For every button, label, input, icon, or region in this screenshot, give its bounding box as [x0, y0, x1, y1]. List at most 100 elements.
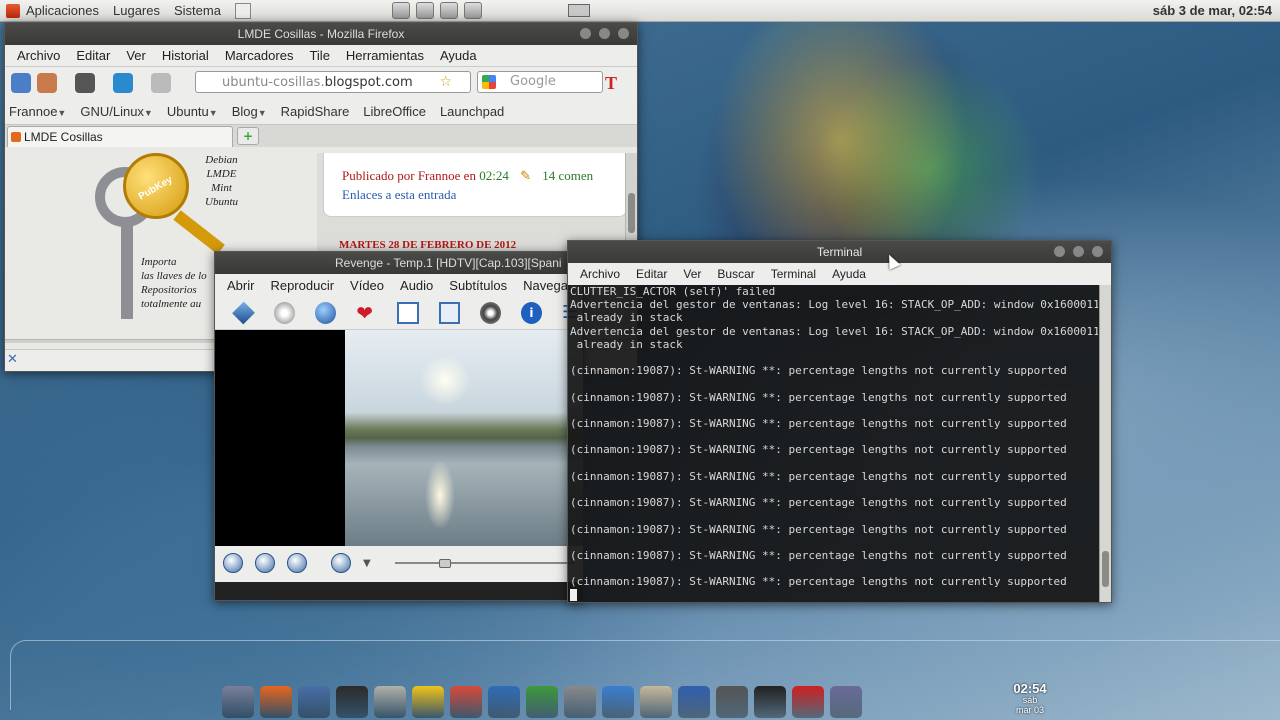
- menu-archivo[interactable]: Archivo: [574, 267, 626, 281]
- menu-archivo[interactable]: Archivo: [11, 48, 66, 63]
- settings-icon[interactable]: [830, 686, 862, 718]
- bookmark-frannoe[interactable]: Frannoe▼: [9, 104, 66, 119]
- menu-aplicaciones[interactable]: Aplicaciones: [26, 3, 99, 18]
- paint-icon[interactable]: [564, 686, 596, 718]
- bookmark-rapidshare[interactable]: RapidShare: [281, 104, 350, 119]
- calc-icon[interactable]: [526, 686, 558, 718]
- bookmark-gnu-linux[interactable]: GNU/Linux▼: [80, 104, 153, 119]
- addon-bar-close-icon[interactable]: ✕: [7, 352, 18, 367]
- disc-icon[interactable]: [274, 301, 296, 324]
- tab-lmde-cosillas[interactable]: LMDE Cosillas: [7, 126, 233, 147]
- menu-historial[interactable]: Historial: [156, 48, 215, 63]
- tools-icon[interactable]: [450, 686, 482, 718]
- people-icon[interactable]: [716, 686, 748, 718]
- launcher-icon[interactable]: [234, 2, 251, 19]
- reload-button[interactable]: [113, 73, 133, 93]
- applet-1-icon[interactable]: [392, 2, 410, 19]
- pause-button[interactable]: [255, 553, 275, 573]
- network-icon[interactable]: [298, 686, 330, 718]
- menu-lugares[interactable]: Lugares: [113, 3, 160, 18]
- disk-icon[interactable]: [374, 686, 406, 718]
- video-area[interactable]: [215, 330, 583, 546]
- bookmark-libreoffice[interactable]: LibreOffice: [363, 104, 426, 119]
- post-comments-link[interactable]: 14 comen: [542, 168, 593, 183]
- menu-ayuda[interactable]: Ayuda: [434, 48, 483, 63]
- menu-subtitulos[interactable]: Subtítulos: [443, 278, 513, 293]
- star-icon[interactable]: [412, 686, 444, 718]
- firefox-icon[interactable]: [260, 686, 292, 718]
- video-player-titlebar[interactable]: Revenge - Temp.1 [HDTV][Cap.103][Spani: [215, 252, 583, 274]
- menu-abrir[interactable]: Abrir: [221, 278, 260, 293]
- menu-reproducir[interactable]: Reproducir: [264, 278, 340, 293]
- back-button[interactable]: [11, 73, 31, 93]
- fullscreen-icon[interactable]: [438, 301, 460, 324]
- distro-logo-icon[interactable]: [6, 3, 20, 18]
- menu-ver[interactable]: Ver: [120, 48, 152, 63]
- menu-editar[interactable]: Editar: [630, 267, 673, 281]
- terminal-icon[interactable]: [336, 686, 368, 718]
- terminal-titlebar[interactable]: Terminal: [568, 241, 1111, 263]
- v-icon[interactable]: [792, 686, 824, 718]
- home-icon[interactable]: [75, 73, 95, 93]
- menu-buscar[interactable]: Buscar: [711, 267, 760, 281]
- window-mode-icon[interactable]: [397, 301, 419, 324]
- distro-mint: Mint: [211, 182, 232, 194]
- play-button[interactable]: [223, 553, 243, 573]
- maximize-button[interactable]: [1073, 246, 1084, 257]
- stop-button[interactable]: [287, 553, 307, 573]
- new-tab-button[interactable]: +: [237, 127, 259, 145]
- previous-button[interactable]: [331, 553, 351, 573]
- monitor-icon[interactable]: [754, 686, 786, 718]
- translate-icon[interactable]: T: [605, 73, 617, 94]
- menu-tile[interactable]: Tile: [303, 48, 335, 63]
- favorite-heart-icon[interactable]: ❤: [356, 302, 377, 324]
- workspace-switcher-icon[interactable]: [568, 4, 590, 17]
- terminal-scrollbar[interactable]: [1099, 285, 1111, 602]
- playback-controls: ▼: [215, 548, 583, 578]
- applet-4-icon[interactable]: [464, 2, 482, 19]
- menu-editar[interactable]: Editar: [70, 48, 116, 63]
- bookmark-ubuntu[interactable]: Ubuntu▼: [167, 104, 218, 119]
- minimize-button[interactable]: [580, 28, 591, 39]
- menu-video[interactable]: Vídeo: [344, 278, 390, 293]
- minimize-button[interactable]: [1054, 246, 1065, 257]
- url-bar[interactable]: ubuntu-cosillas. blogspot.com ☆: [195, 71, 471, 93]
- close-button[interactable]: [1092, 246, 1103, 257]
- menu-sistema[interactable]: Sistema: [174, 3, 221, 18]
- bookmark-blog[interactable]: Blog▼: [232, 104, 267, 119]
- folder-icon[interactable]: [222, 686, 254, 718]
- writer-icon[interactable]: [488, 686, 520, 718]
- swirl-icon[interactable]: [602, 686, 634, 718]
- forward-button[interactable]: [37, 73, 57, 93]
- post-permalink[interactable]: Enlaces a esta entrada: [342, 187, 456, 203]
- bookmark-star-icon[interactable]: ☆: [439, 74, 452, 90]
- menu-herramientas[interactable]: Herramientas: [340, 48, 430, 63]
- menu-audio[interactable]: Audio: [394, 278, 439, 293]
- firefox-titlebar[interactable]: LMDE Cosillas - Mozilla Firefox: [5, 23, 637, 45]
- info-icon[interactable]: i: [520, 301, 542, 324]
- menu-terminal[interactable]: Terminal: [765, 267, 822, 281]
- menu-ayuda[interactable]: Ayuda: [826, 267, 872, 281]
- bookmarks-toolbar: Frannoe▼ GNU/Linux▼ Ubuntu▼ Blog▼ RapidS…: [5, 99, 637, 125]
- dock-clock[interactable]: 02:54 sáb mar 03: [1008, 682, 1052, 715]
- eject-icon[interactable]: [232, 301, 255, 324]
- applet-2-icon[interactable]: [416, 2, 434, 19]
- terminal-output[interactable]: CLUTTER_IS_ACTOR (self)' failed Advertenc…: [570, 285, 1098, 602]
- panel-clock[interactable]: sáb 3 de mar, 02:54: [1153, 3, 1272, 18]
- edit-pencil-icon[interactable]: ✎: [520, 168, 531, 183]
- maximize-button[interactable]: [599, 28, 610, 39]
- close-button[interactable]: [618, 28, 629, 39]
- post-time[interactable]: 02:24: [479, 168, 509, 183]
- chevron-down-icon[interactable]: ▼: [363, 558, 371, 569]
- archive-icon[interactable]: [640, 686, 672, 718]
- grid-icon[interactable]: [151, 73, 171, 93]
- bookmark-launchpad[interactable]: Launchpad: [440, 104, 504, 119]
- bluetooth-icon[interactable]: [678, 686, 710, 718]
- menu-ver[interactable]: Ver: [677, 267, 707, 281]
- menu-marcadores[interactable]: Marcadores: [219, 48, 300, 63]
- applet-3-icon[interactable]: [440, 2, 458, 19]
- camera-icon[interactable]: [479, 301, 501, 324]
- seek-slider[interactable]: [395, 559, 575, 568]
- search-bar[interactable]: Google: [477, 71, 603, 93]
- globe-icon[interactable]: [315, 301, 337, 324]
